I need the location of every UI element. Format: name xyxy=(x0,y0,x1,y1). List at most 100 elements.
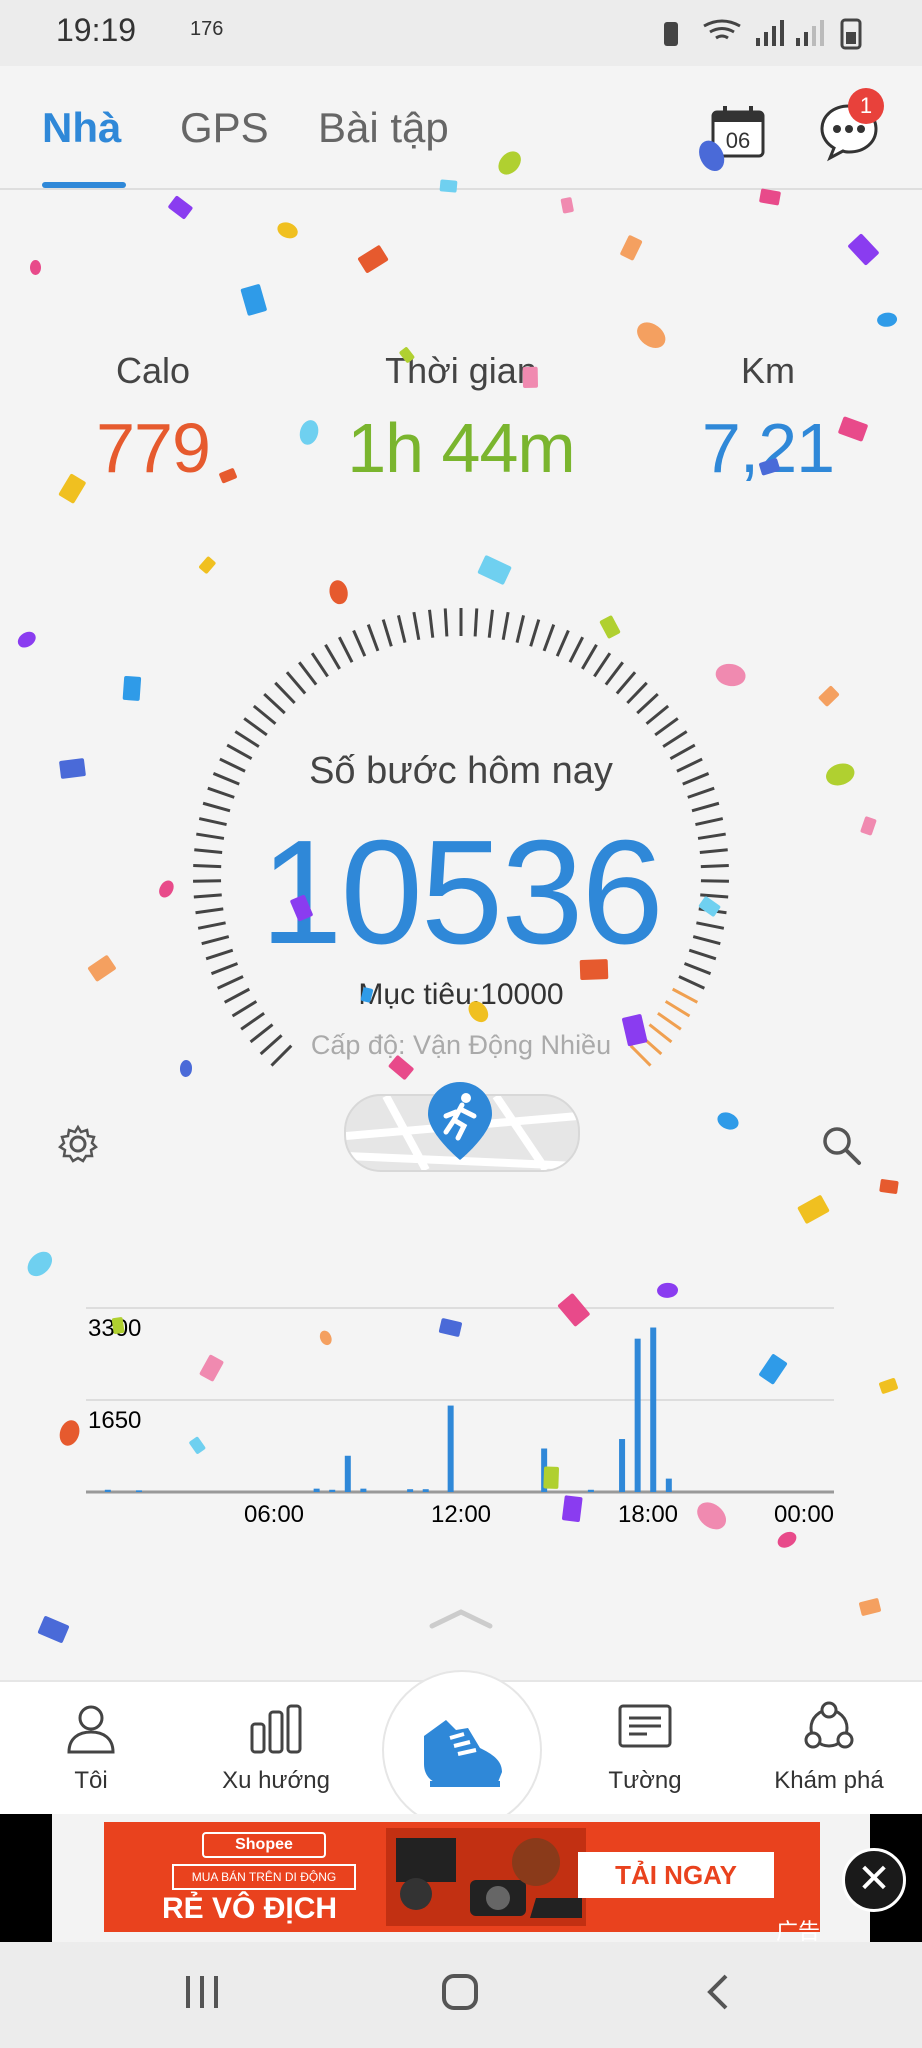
confetti-piece xyxy=(632,317,671,354)
dial-tick xyxy=(604,661,624,686)
status-icons xyxy=(656,16,886,59)
nav-me[interactable]: Tôi xyxy=(6,1700,176,1795)
dial-tick xyxy=(542,624,556,652)
ad-product-image xyxy=(386,1828,586,1926)
confetti-piece xyxy=(240,283,268,316)
ad-tagline: MUA BÁN TRÊN DI ĐỘNG xyxy=(172,1864,356,1890)
dial-tick xyxy=(337,636,354,663)
chart-bar xyxy=(313,1488,320,1492)
dial-tick xyxy=(274,681,296,705)
calendar-icon[interactable]: 06 xyxy=(710,104,765,158)
ad-cta-button[interactable]: TẢI NGAY xyxy=(578,1852,774,1898)
chart-bar xyxy=(665,1478,672,1492)
dial-tick xyxy=(396,615,407,643)
ad-brand: Shopee xyxy=(202,1832,326,1858)
dial-tick xyxy=(615,671,637,695)
tab-active-indicator xyxy=(42,182,126,188)
status-time: 19:19 xyxy=(56,12,137,48)
nav-wall[interactable]: Tường xyxy=(560,1700,730,1795)
chart-bar xyxy=(634,1338,641,1492)
shopee-ad[interactable]: Shopee MUA BÁN TRÊN DI ĐỘNG RẺ VÔ ĐỊCH T… xyxy=(104,1822,820,1932)
dial-tick xyxy=(473,608,479,637)
back-icon[interactable] xyxy=(704,1972,730,2012)
dial-tick xyxy=(428,609,435,638)
dial-tick xyxy=(654,717,679,737)
confetti-piece xyxy=(156,877,177,900)
expand-chevron-icon[interactable] xyxy=(428,1606,494,1630)
settings-gear-icon[interactable] xyxy=(57,1124,99,1164)
confetti-piece xyxy=(477,554,512,586)
steps-goal: Mục tiêu:10000 xyxy=(358,978,564,1011)
dial-tick xyxy=(240,1011,265,1031)
dial-tick xyxy=(636,692,659,715)
nav-trends[interactable]: Xu hướng xyxy=(191,1700,361,1795)
search-icon[interactable] xyxy=(820,1124,862,1166)
discover-network-icon xyxy=(804,1701,854,1749)
home-icon[interactable] xyxy=(440,1972,480,2012)
x-tick-0000: 00:00 xyxy=(774,1501,834,1528)
dial-tick xyxy=(366,624,380,652)
confetti-piece xyxy=(823,759,858,789)
recent-apps-icon[interactable] xyxy=(182,1974,222,2010)
confetti-piece xyxy=(758,188,782,206)
dial-tick xyxy=(285,671,307,695)
chart-bar xyxy=(447,1405,454,1492)
dial-tick xyxy=(443,608,449,637)
x-tick-1200: 12:00 xyxy=(431,1501,491,1528)
confetti-piece xyxy=(23,1246,57,1281)
dial-tick xyxy=(263,692,286,715)
runner-pin-icon[interactable] xyxy=(426,1080,494,1162)
confetti-piece xyxy=(876,311,898,329)
confetti-piece xyxy=(122,675,142,701)
chart-bar xyxy=(329,1489,336,1492)
dial-tick xyxy=(645,704,670,725)
dial-tick xyxy=(515,615,526,643)
chart-bar xyxy=(650,1327,657,1492)
shoe-icon xyxy=(424,1720,502,1787)
chart-bar xyxy=(104,1489,111,1492)
dial-tick xyxy=(298,661,318,686)
confetti-piece xyxy=(87,954,117,983)
confetti-piece xyxy=(167,195,194,220)
confetti-piece xyxy=(879,1178,899,1194)
confetti-piece xyxy=(275,219,301,242)
calendar-day: 06 xyxy=(726,128,750,153)
dial-tick xyxy=(657,1011,682,1031)
confetti-piece xyxy=(357,244,389,274)
confetti-piece xyxy=(858,1597,882,1617)
steps-count: 10536 xyxy=(260,810,664,975)
status-bar: 19:19 176 xyxy=(0,0,922,66)
confetti-piece xyxy=(30,260,42,276)
confetti-piece xyxy=(818,685,840,708)
tab-home[interactable]: Nhà xyxy=(42,104,121,152)
nav-me-label: Tôi xyxy=(74,1767,108,1794)
top-header: Nhà GPS Bài tập 06 1 xyxy=(0,66,922,190)
x-tick-1800: 18:00 xyxy=(618,1501,678,1528)
center-shoe-button[interactable] xyxy=(382,1670,542,1830)
stat-value-calo: 779 xyxy=(96,409,211,487)
dial-tick xyxy=(529,619,541,647)
message-badge: 1 xyxy=(848,88,884,124)
dial-tick xyxy=(501,611,510,641)
nav-discover[interactable]: Khám phá xyxy=(744,1700,914,1795)
chart-bar xyxy=(135,1490,142,1492)
chart-bar xyxy=(407,1489,414,1492)
y-tick-3300: 3300 xyxy=(88,1315,141,1342)
tab-exercise[interactable]: Bài tập xyxy=(318,104,449,152)
y-tick-1650: 1650 xyxy=(88,1407,141,1434)
ad-close-icon[interactable]: ✕ xyxy=(842,1848,906,1912)
confetti-piece xyxy=(797,1194,830,1225)
dial-tick xyxy=(581,644,598,670)
confetti-piece xyxy=(59,758,86,779)
chart-bar xyxy=(587,1489,594,1492)
dial-tick xyxy=(412,611,421,641)
confetti-piece xyxy=(560,196,575,214)
person-icon xyxy=(67,1705,115,1754)
chart-bar xyxy=(422,1489,429,1492)
steps-label: Số bước hôm nay xyxy=(309,750,613,792)
chart-bar xyxy=(619,1439,626,1492)
status-indicators: 176 xyxy=(190,18,224,40)
dial-tick xyxy=(324,644,341,670)
tab-gps[interactable]: GPS xyxy=(180,104,269,152)
hourly-steps-chart: 3300 1650 06:00 12:00 18:00 00:00 xyxy=(86,1307,834,1528)
